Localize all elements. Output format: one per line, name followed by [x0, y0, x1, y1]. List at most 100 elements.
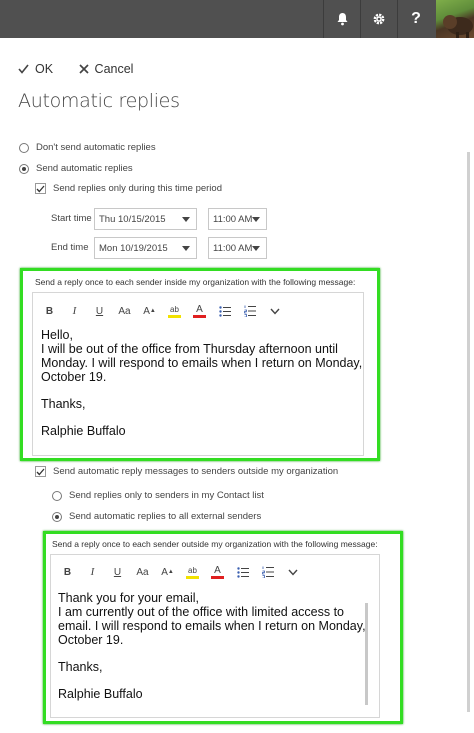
font-size-button[interactable]: Aa — [130, 563, 155, 581]
help-icon: ? — [411, 10, 421, 27]
inside-line-3: Monday. I will respond to emails when I … — [41, 356, 363, 370]
dont-send-option[interactable]: Don't send automatic replies — [19, 142, 156, 153]
italic-icon: I — [72, 305, 77, 317]
end-time-label: End time — [51, 242, 89, 253]
gear-icon — [373, 13, 385, 25]
contacts-only-radio[interactable] — [52, 490, 62, 501]
start-time-value: 11:00 AM — [213, 213, 253, 225]
italic-button[interactable]: I — [80, 563, 105, 581]
grow-font-button[interactable]: A ▲ — [137, 302, 162, 320]
highlight-icon: ab — [170, 304, 179, 314]
font-color-button[interactable]: A — [187, 302, 212, 320]
grow-font-icon: A — [143, 305, 150, 317]
bold-button[interactable]: B — [55, 563, 80, 581]
highlight-button[interactable]: ab — [180, 563, 205, 581]
numbering-button[interactable] — [255, 563, 280, 581]
bulleted-list-icon — [236, 566, 249, 578]
grow-font-icon: A — [161, 566, 168, 578]
outside-message-label: Send a reply once to each sender outside… — [52, 539, 378, 549]
time-period-label: Send replies only during this time perio… — [53, 183, 222, 194]
outside-enable-label: Send automatic reply messages to senders… — [53, 466, 339, 477]
inside-message-body[interactable]: Hello, I will be out of the office from … — [41, 328, 362, 438]
highlight-color-bar — [186, 576, 199, 579]
inside-line-2: I will be out of the office from Thursda… — [41, 342, 338, 356]
font-color-bar — [211, 576, 224, 579]
bulleted-list-icon — [218, 305, 231, 317]
bullets-button[interactable] — [230, 563, 255, 581]
outside-line-6: Thanks, — [58, 660, 103, 674]
help-button[interactable]: ? — [397, 0, 434, 38]
send-radio[interactable] — [19, 163, 29, 174]
chevron-down-icon — [252, 246, 260, 251]
ok-label: OK — [35, 62, 54, 76]
settings-button[interactable] — [360, 0, 397, 38]
start-date-value: Thu 10/15/2015 — [99, 213, 166, 225]
notifications-button[interactable] — [323, 0, 360, 38]
chevron-down-icon — [269, 308, 280, 315]
bullets-button[interactable] — [212, 302, 237, 320]
more-options-button[interactable] — [280, 563, 305, 581]
highlight-icon: ab — [188, 565, 197, 575]
cancel-button[interactable]: Cancel — [78, 62, 134, 76]
chevron-down-icon — [182, 246, 190, 251]
page-title: Automatic replies — [18, 90, 180, 112]
user-avatar-image — [443, 15, 473, 38]
time-period-option[interactable]: Send replies only during this time perio… — [35, 183, 222, 194]
time-period-checkbox[interactable] — [35, 183, 46, 194]
inside-message-editor[interactable]: B I U Aa A ▲ ab A Hello, I will be out of… — [32, 292, 364, 456]
chevron-down-icon — [287, 569, 298, 576]
outside-line-3: email. I will respond to emails when I r… — [58, 619, 366, 633]
ok-button[interactable]: OK — [18, 62, 53, 76]
outside-line-8: Ralphie Buffalo — [58, 687, 143, 701]
end-time-select[interactable]: 11:00 AM — [208, 237, 267, 259]
contacts-only-label: Send replies only to senders in my Conta… — [69, 490, 264, 501]
highlight-button[interactable]: ab — [162, 302, 187, 320]
inside-line-8: Ralphie Buffalo — [41, 424, 126, 438]
bold-button[interactable]: B — [37, 302, 62, 320]
inside-line-4: October 19. — [41, 370, 107, 384]
top-bar: ? — [0, 0, 474, 38]
end-date-select[interactable]: Mon 10/19/2015 — [94, 237, 197, 259]
numbered-list-icon — [243, 305, 256, 317]
font-color-icon: A — [196, 303, 203, 315]
avatar[interactable] — [436, 0, 474, 38]
inside-line-1: Hello, — [41, 328, 73, 342]
editor-scrollbar[interactable] — [365, 603, 368, 705]
underline-button[interactable]: U — [105, 563, 130, 581]
checkmark-icon — [36, 468, 45, 475]
end-date-value: Mon 10/19/2015 — [99, 242, 168, 254]
underline-button[interactable]: U — [87, 302, 112, 320]
start-time-select[interactable]: 11:00 AM — [208, 208, 267, 230]
dont-send-radio[interactable] — [19, 142, 29, 153]
page-scrollbar[interactable] — [467, 152, 470, 712]
end-time-value: 11:00 AM — [213, 242, 253, 254]
underline-icon: U — [95, 305, 104, 317]
font-color-bar — [193, 315, 206, 318]
italic-button[interactable]: I — [62, 302, 87, 320]
outside-line-1: Thank you for your email, — [58, 591, 200, 605]
outside-enable-option[interactable]: Send automatic reply messages to senders… — [35, 466, 338, 477]
outside-message-body[interactable]: Thank you for your email, I am currently… — [58, 591, 366, 701]
outside-message-editor[interactable]: B I U Aa A ▲ ab A Thank you for your emai… — [50, 554, 380, 718]
checkmark-icon — [36, 185, 45, 192]
numbering-button[interactable] — [237, 302, 262, 320]
font-color-icon: A — [214, 564, 221, 576]
font-color-button[interactable]: A — [205, 563, 230, 581]
outside-enable-checkbox[interactable] — [35, 466, 46, 477]
all-external-radio[interactable] — [52, 511, 62, 522]
numbered-list-icon — [261, 566, 274, 578]
send-label: Send automatic replies — [36, 163, 133, 174]
chevron-down-icon — [252, 217, 260, 222]
send-option[interactable]: Send automatic replies — [19, 163, 133, 174]
action-bar: OK Cancel — [18, 62, 133, 77]
font-size-button[interactable]: Aa — [112, 302, 137, 320]
grow-font-button[interactable]: A ▲ — [155, 563, 180, 581]
all-external-option[interactable]: Send automatic replies to all external s… — [52, 511, 261, 522]
inside-message-label: Send a reply once to each sender inside … — [35, 277, 356, 287]
cancel-label: Cancel — [94, 62, 134, 76]
more-options-button[interactable] — [262, 302, 287, 320]
contacts-only-option[interactable]: Send replies only to senders in my Conta… — [52, 490, 264, 501]
chevron-down-icon — [182, 217, 190, 222]
start-date-select[interactable]: Thu 10/15/2015 — [94, 208, 197, 230]
inside-format-toolbar: B I U Aa A ▲ ab A — [37, 302, 287, 320]
